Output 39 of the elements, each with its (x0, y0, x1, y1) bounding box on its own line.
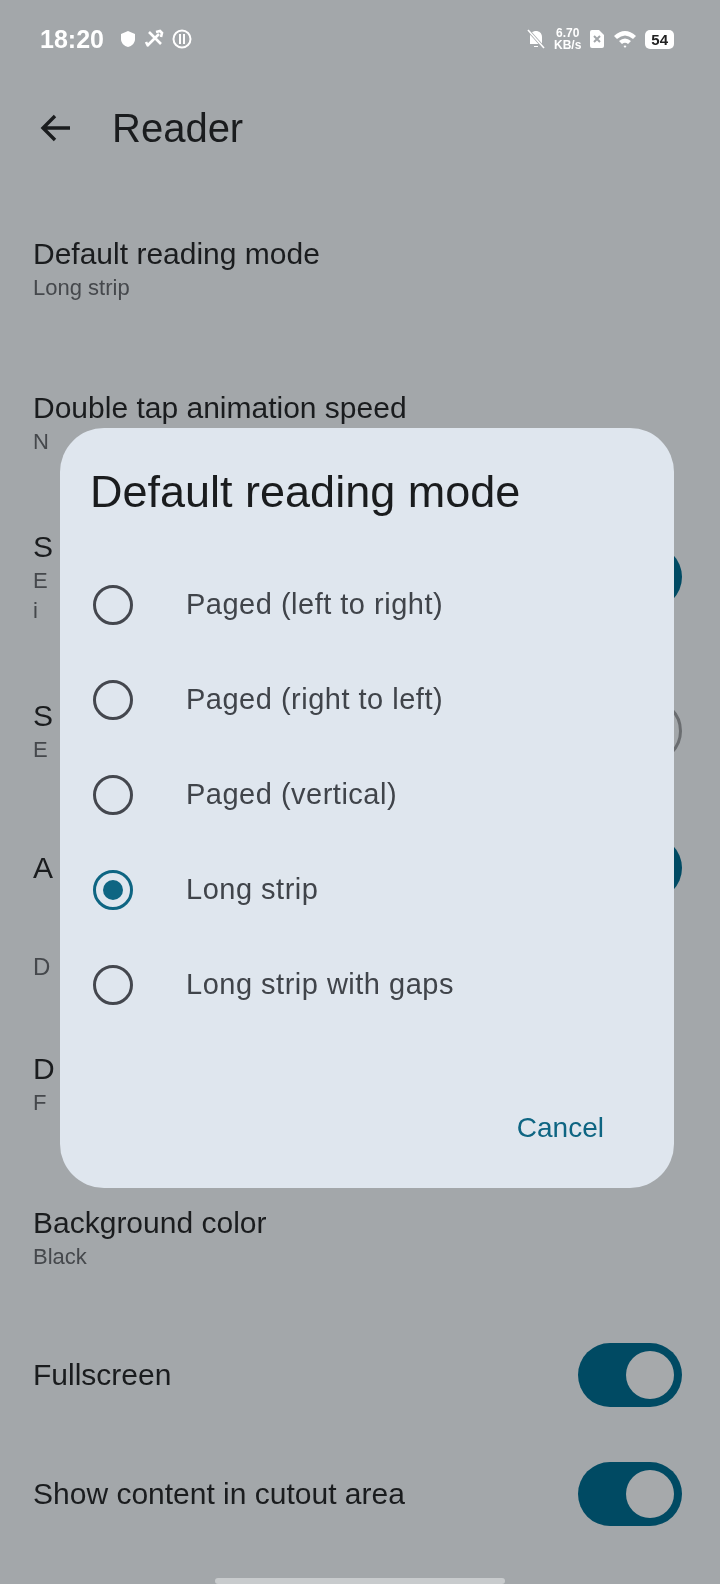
status-time: 18:20 (40, 24, 104, 54)
setting-title[interactable]: S (33, 697, 53, 735)
setting-title[interactable]: Show content in cutout area (33, 1474, 405, 1513)
option-label[interactable]: Long strip with gaps (186, 968, 454, 1001)
radio-button[interactable] (93, 679, 133, 720)
setting-title[interactable]: Default reading mode (33, 235, 320, 273)
radio-button[interactable] (93, 774, 133, 815)
dialog-title: Default reading mode (89, 465, 522, 519)
shield-icon (119, 30, 136, 48)
option-label[interactable]: Paged (vertical) (186, 778, 398, 811)
setting-value: E (33, 736, 48, 764)
battery-indicator: 54 (645, 29, 674, 49)
sim-icon (589, 29, 606, 49)
net-speed: 6.70 (555, 27, 580, 39)
setting-value: i (33, 597, 38, 625)
setting-title[interactable]: Background color (33, 1204, 267, 1242)
wifi-icon (613, 29, 638, 49)
setting-title[interactable]: Double tap animation speed (33, 389, 407, 427)
setting-value: Long strip (33, 274, 130, 302)
setting-value: F (33, 1089, 47, 1117)
setting-title[interactable]: D (33, 1050, 55, 1088)
setting-title[interactable]: Fullscreen (33, 1355, 172, 1394)
circle-icon (171, 29, 192, 49)
section-header: D (33, 953, 51, 981)
setting-value: N (33, 428, 49, 456)
bell-off-icon (525, 28, 546, 50)
cancel-button[interactable]: Cancel (498, 1102, 622, 1154)
option-label[interactable]: Paged (left to right) (186, 588, 444, 621)
radio-button[interactable] (93, 869, 133, 910)
page-title: Reader (112, 105, 244, 151)
setting-value: E (33, 567, 48, 595)
setting-title[interactable]: S (33, 528, 53, 566)
option-label[interactable]: Long strip (186, 873, 319, 906)
setting-title[interactable]: A (33, 848, 53, 887)
radio-button[interactable] (93, 964, 133, 1005)
option-label[interactable]: Paged (right to left) (186, 683, 444, 716)
net-unit: KB/s (553, 39, 582, 51)
radio-button[interactable] (93, 584, 133, 625)
setting-value: Black (33, 1243, 87, 1271)
